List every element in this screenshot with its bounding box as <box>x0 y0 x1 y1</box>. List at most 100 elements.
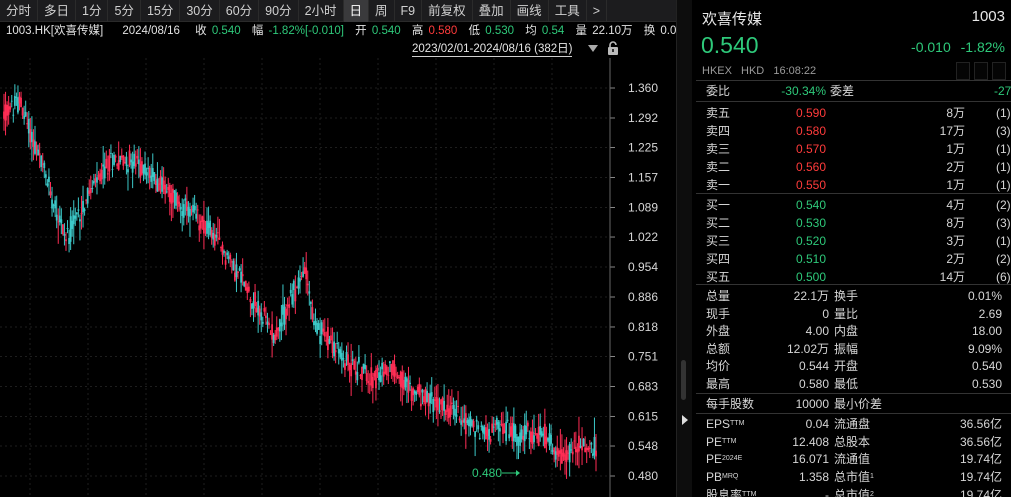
bids-row[interactable]: 买一 0.540 4万 (2) <box>696 196 1011 214</box>
candle-body <box>268 322 270 326</box>
candle-body <box>234 272 236 281</box>
candle-body <box>582 438 585 447</box>
candle-body <box>574 446 577 453</box>
divider <box>696 193 1011 194</box>
toolbar-btn-13[interactable]: 叠加 <box>473 0 511 22</box>
bids-row[interactable]: 买三 0.520 3万 (1) <box>696 232 1011 250</box>
candlestick-chart[interactable]: 1.360 1.292 1.225 1.157 1.089 1.022 0.954 0.886… <box>0 58 676 497</box>
min-price-annotation: 0.480 <box>472 466 502 480</box>
low-label: 低 <box>468 25 481 37</box>
candle-body <box>164 184 167 195</box>
toolbar-btn-12[interactable]: 前复权 <box>422 0 473 22</box>
candle-body <box>537 426 540 446</box>
candle-body <box>32 139 35 147</box>
vol-value: 22.10万 <box>592 25 633 37</box>
candle-body <box>137 159 140 165</box>
candle-body <box>103 166 106 179</box>
level-label: 买一 <box>706 198 731 212</box>
candle-body <box>162 180 165 190</box>
candle-body <box>401 372 404 389</box>
candle-body <box>55 214 58 221</box>
candle-body <box>474 431 477 437</box>
candle-body <box>548 433 551 446</box>
level-count: (1) <box>996 106 1011 120</box>
candle-body <box>334 350 337 353</box>
candle-body <box>144 163 146 175</box>
asks-row[interactable]: 卖二 0.560 2万 (1) <box>696 158 1011 176</box>
toolbar-btn-15[interactable]: 工具 <box>549 0 587 22</box>
toolbar-btn-7[interactable]: 90分 <box>259 0 299 22</box>
toolbar-btn-5[interactable]: 30分 <box>180 0 220 22</box>
candle-body <box>457 406 459 408</box>
candle-body <box>86 187 89 204</box>
candle-body <box>198 225 201 231</box>
stat-row: 最高 0.580 最低 0.530 <box>696 375 1011 393</box>
chevron-down-icon[interactable] <box>588 45 598 52</box>
toolbar-btn-2[interactable]: 1分 <box>76 0 109 22</box>
date-range-selector[interactable]: 2023/02/01-2024/08/16 (382日) <box>412 41 573 57</box>
asks-row[interactable]: 卖三 0.570 1万 (1) <box>696 140 1011 158</box>
candle-body <box>551 450 554 452</box>
stat-value: 1.358 <box>798 470 829 484</box>
stat-label: PE2024E <box>706 452 743 467</box>
candle-body <box>413 390 416 394</box>
scrollbar[interactable] <box>681 360 686 400</box>
toolbar-btn-0[interactable]: 分时 <box>0 0 39 22</box>
level-price: 0.590 <box>795 106 826 120</box>
asks-row[interactable]: 卖五 0.590 8万 (1) <box>696 104 1011 122</box>
stat-value: 0 <box>822 306 829 321</box>
candle-body <box>224 260 227 265</box>
price-change: -0.010 -1.82% <box>911 39 1005 55</box>
level-label: 买四 <box>706 252 731 266</box>
toolbar-btn-1[interactable]: 多日 <box>38 0 77 22</box>
stat-value: - <box>825 487 829 497</box>
stat-value: 19.74亿 <box>959 487 1002 497</box>
toolbar-btn-14[interactable]: 画线 <box>511 0 549 22</box>
candle-body <box>128 150 131 166</box>
candle-body <box>69 216 72 242</box>
level-count: (3) <box>996 216 1011 230</box>
expand-panel-icon[interactable] <box>682 415 688 425</box>
toolbar-btn-3[interactable]: 5分 <box>108 0 141 22</box>
stat-row: 均价 0.544 开盘 0.540 <box>696 357 1011 375</box>
candle-body <box>206 220 208 234</box>
candle-body <box>567 452 570 454</box>
toolbar-btn-9[interactable]: 日 <box>343 0 370 22</box>
candle-body <box>576 449 579 453</box>
bids-row[interactable]: 买二 0.530 8万 (3) <box>696 214 1011 232</box>
toolbar-btn-16[interactable]: > <box>587 0 608 22</box>
candle-body <box>316 322 318 334</box>
candle-body <box>454 408 456 416</box>
candle-body <box>488 428 490 440</box>
candle-body <box>57 221 60 223</box>
asks-row[interactable]: 卖四 0.580 17万 (3) <box>696 122 1011 140</box>
candle-body <box>102 164 105 167</box>
toolbar-btn-8[interactable]: 2小时 <box>299 0 344 22</box>
candle-body <box>195 213 198 219</box>
level-price: 0.570 <box>795 142 826 156</box>
candle-body <box>252 301 255 309</box>
candle-body <box>499 428 501 432</box>
divider <box>696 412 1011 414</box>
candle-body <box>283 306 286 325</box>
candle-body <box>559 450 562 454</box>
candle-body <box>92 181 95 184</box>
toolbar-btn-11[interactable]: F9 <box>395 0 423 22</box>
close-label: 收 <box>195 25 207 37</box>
candle-body <box>161 177 163 192</box>
bids-row[interactable]: 买四 0.510 2万 (2) <box>696 250 1011 268</box>
lock-icon[interactable] <box>605 40 621 56</box>
asks-row[interactable]: 卖一 0.550 1万 (1) <box>696 176 1011 194</box>
candle-body <box>159 176 162 185</box>
toolbar-btn-10[interactable]: 周 <box>369 0 395 22</box>
level-volume: 1万 <box>946 178 965 192</box>
candle-body <box>61 224 64 235</box>
candle-body <box>378 372 380 381</box>
level-count: (1) <box>996 234 1011 248</box>
toolbar-btn-4[interactable]: 15分 <box>141 0 181 22</box>
candle-body <box>91 188 94 190</box>
candle-body <box>175 192 177 206</box>
candle-body <box>505 421 508 442</box>
candle-body <box>483 427 486 435</box>
toolbar-btn-6[interactable]: 60分 <box>220 0 260 22</box>
